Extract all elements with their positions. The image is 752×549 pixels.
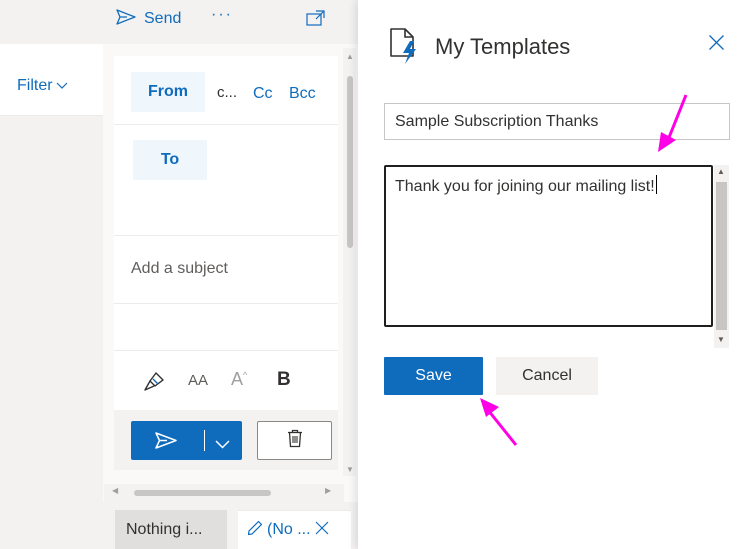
subject-input[interactable]: Add a subject — [131, 260, 228, 278]
scroll-right-arrow-icon[interactable]: ▶ — [325, 486, 331, 495]
divider — [114, 303, 338, 304]
scrollbar-thumb[interactable] — [347, 76, 353, 248]
send-icon[interactable] — [155, 432, 177, 454]
scroll-left-arrow-icon[interactable]: ◀ — [112, 486, 118, 495]
to-button[interactable]: To — [133, 140, 207, 180]
split-divider — [204, 430, 205, 451]
grow-font-label: A — [231, 369, 244, 389]
divider — [114, 124, 338, 125]
from-address: c... — [217, 84, 238, 101]
pencil-icon — [247, 520, 263, 541]
divider — [114, 350, 338, 351]
scroll-down-arrow-icon[interactable]: ▼ — [346, 465, 354, 474]
bcc-button[interactable]: Bcc — [289, 85, 316, 103]
close-icon[interactable] — [315, 521, 329, 540]
divider — [114, 235, 338, 236]
font-size-icon[interactable]: AA — [188, 372, 208, 389]
chevron-down-icon[interactable] — [215, 436, 230, 454]
trash-icon — [287, 429, 303, 453]
discard-button[interactable] — [257, 421, 332, 460]
template-body-textarea[interactable]: Thank you for joining our mailing list! — [384, 165, 713, 327]
tab-item[interactable]: Nothing i... — [115, 510, 227, 549]
scrollbar-thumb[interactable] — [716, 182, 727, 330]
tab-item-active[interactable]: (No ... — [238, 510, 351, 549]
send-label: Send — [144, 10, 182, 27]
scroll-up-arrow-icon[interactable]: ▲ — [717, 167, 725, 176]
filter-label: Filter — [17, 77, 53, 94]
brush-icon[interactable] — [142, 368, 166, 396]
send-button-top[interactable]: Send — [116, 8, 181, 30]
filter-button[interactable]: Filter — [17, 77, 68, 95]
tab-label: Nothing i... — [126, 520, 203, 538]
bold-icon[interactable]: B — [277, 369, 291, 391]
more-options-button[interactable]: ··· — [211, 6, 233, 24]
template-name-input[interactable] — [384, 103, 730, 140]
scroll-up-arrow-icon[interactable]: ▲ — [346, 52, 354, 61]
from-button[interactable]: From — [131, 72, 205, 112]
grow-font-icon[interactable]: A^ — [231, 369, 247, 390]
cancel-button[interactable]: Cancel — [496, 357, 598, 395]
scrollbar-thumb[interactable] — [134, 490, 271, 496]
template-body-text: Thank you for joining our mailing list! — [395, 178, 655, 195]
send-icon — [116, 8, 136, 30]
close-icon[interactable] — [708, 34, 725, 56]
scroll-down-arrow-icon[interactable]: ▼ — [717, 335, 725, 344]
cc-button[interactable]: Cc — [253, 85, 273, 103]
text-caret — [655, 175, 657, 194]
pane-title: My Templates — [435, 34, 571, 59]
save-button[interactable]: Save — [384, 357, 483, 395]
tab-label: (No ... — [267, 521, 311, 538]
chevron-down-icon — [56, 77, 68, 95]
template-icon — [388, 27, 424, 70]
send-split-button[interactable] — [131, 421, 242, 460]
popout-icon[interactable] — [306, 10, 326, 31]
